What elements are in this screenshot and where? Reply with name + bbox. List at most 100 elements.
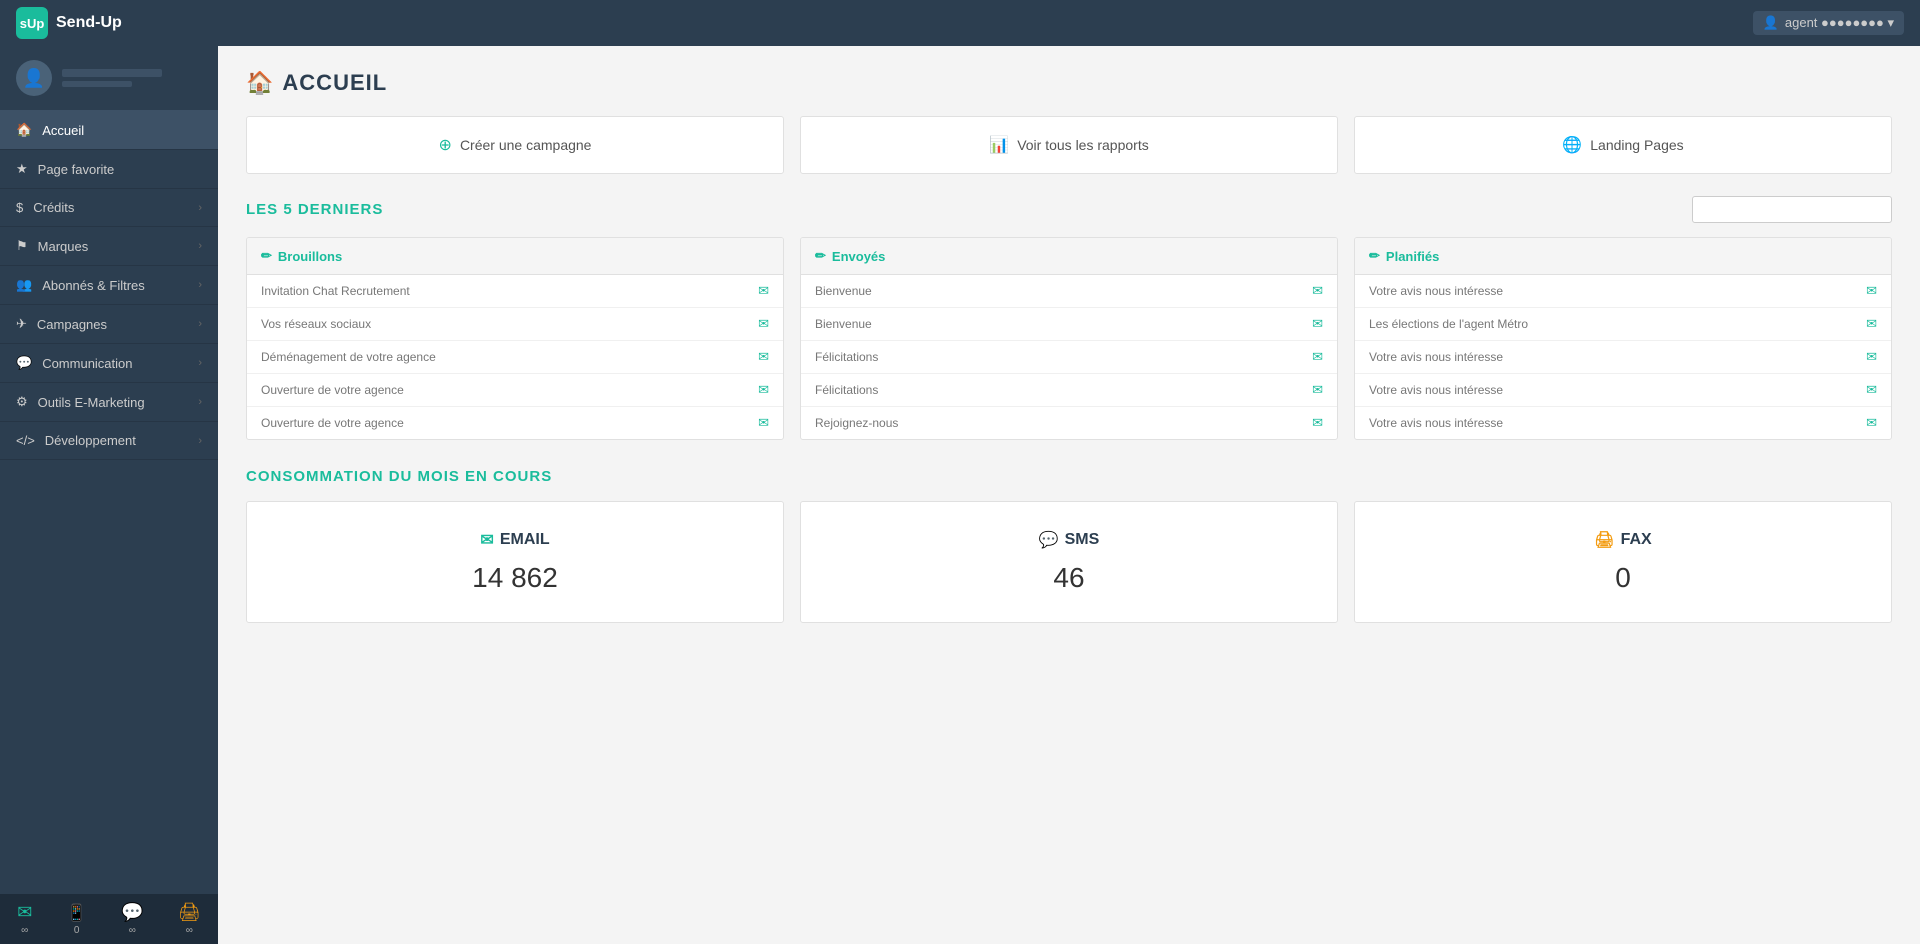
users-icon: 👥 [16,277,32,293]
globe-icon: 🌐 [1562,135,1582,155]
consommation-label-part2: DU MOIS EN COURS [389,468,553,485]
list-item[interactable]: Félicitations ✉ [801,341,1337,374]
brouillons-title: Brouillons [278,249,342,264]
email-status-value: ∞ [21,925,28,936]
stat-card-sms: 💬 SMS 46 [800,501,1338,623]
sidebar-item-label: Page favorite [38,162,115,177]
list-item[interactable]: Votre avis nous intéresse ✉ [1355,407,1891,439]
email-icon: ✉ [1312,382,1323,398]
campaign-name: Ouverture de votre agence [261,416,404,430]
fax-icon: 🖨 [1594,530,1614,550]
list-item[interactable]: Bienvenue ✉ [801,275,1337,308]
campaign-name: Votre avis nous intéresse [1369,383,1503,397]
stat-sms-value: 46 [821,562,1317,594]
planifies-header: ✏ Planifiés [1355,238,1891,275]
stats-grid: ✉ EMAIL 14 862 💬 SMS 46 🖨 FAX 0 [246,501,1892,623]
app-name: Send-Up [56,14,122,32]
user-icon: 👤 [1763,15,1779,31]
list-item[interactable]: Ouverture de votre agence ✉ [247,374,783,407]
sidebar-item-accueil[interactable]: 🏠 Accueil [0,111,218,150]
chart-icon: 📊 [989,135,1009,155]
user-label: agent ●●●●●●●● ▾ [1785,15,1894,31]
list-item[interactable]: Les élections de l'agent Métro ✉ [1355,308,1891,341]
email-icon: ✉ [1312,415,1323,431]
planifies-card: ✏ Planifiés Votre avis nous intéresse ✉ … [1354,237,1892,440]
fax-status-icon: 🖨 [178,902,201,923]
sidebar: 👤 🏠 Accueil ★ Page favorite [0,46,218,944]
stat-fax-label: FAX [1621,531,1652,549]
sidebar-item-outils-emarketing[interactable]: ⚙ Outils E-Marketing › [0,383,218,422]
sms-count-icon: 📱 [67,903,87,923]
campaign-name: Bienvenue [815,284,872,298]
fax-status-value: ∞ [186,925,193,936]
page-title: 🏠 ACCUEIL [246,70,1892,96]
sidebar-item-label: Communication [42,356,132,371]
sms-bubble-icon: 💬 [1039,530,1059,550]
avatar: 👤 [16,60,52,96]
sidebar-item-campagnes[interactable]: ✈ Campagnes › [0,305,218,344]
campaign-name: Invitation Chat Recrutement [261,284,410,298]
home-icon: 🏠 [16,122,32,138]
voir-rapports-button[interactable]: 📊 Voir tous les rapports [800,116,1338,174]
status-chat: 💬 ∞ [121,902,143,936]
chat-icon: 💬 [16,355,32,371]
email-icon: ✉ [1866,382,1877,398]
chevron-right-icon: › [198,240,202,252]
envoyes-header: ✏ Envoyés [801,238,1337,275]
campaigns-grid: ✏ Brouillons Invitation Chat Recrutement… [246,237,1892,440]
sidebar-item-label: Abonnés & Filtres [42,278,145,293]
sidebar-item-communication[interactable]: 💬 Communication › [0,344,218,383]
email-icon: ✉ [1312,316,1323,332]
list-item[interactable]: Votre avis nous intéresse ✉ [1355,341,1891,374]
stat-label-sms: 💬 SMS [821,530,1317,550]
filter-dropdown[interactable] [1692,196,1892,223]
sidebar-nav: 🏠 Accueil ★ Page favorite $ Crédits › [0,111,218,894]
brand: sUp Send-Up [16,7,122,39]
stat-card-email: ✉ EMAIL 14 862 [246,501,784,623]
sidebar-item-credits[interactable]: $ Crédits › [0,189,218,227]
sidebar-item-marques[interactable]: ⚑ Marques › [0,227,218,266]
list-item[interactable]: Bienvenue ✉ [801,308,1337,341]
email-icon: ✉ [758,382,769,398]
list-item[interactable]: Déménagement de votre agence ✉ [247,341,783,374]
sidebar-item-label: Outils E-Marketing [38,395,145,410]
campaign-name: Déménagement de votre agence [261,350,436,364]
main-content: 🏠 ACCUEIL ⊕ Créer une campagne 📊 Voir to… [218,46,1920,944]
sidebar-item-abonnes-filtres[interactable]: 👥 Abonnés & Filtres › [0,266,218,305]
code-icon: </> [16,433,35,448]
sidebar-item-developpement[interactable]: </> Développement › [0,422,218,460]
list-item[interactable]: Vos réseaux sociaux ✉ [247,308,783,341]
list-item[interactable]: Félicitations ✉ [801,374,1337,407]
email-icon: ✉ [758,349,769,365]
campaign-name: Votre avis nous intéresse [1369,416,1503,430]
chat-status-icon: 💬 [121,902,143,923]
sidebar-item-label: Développement [45,433,136,448]
action-row: ⊕ Créer une campagne 📊 Voir tous les rap… [246,116,1892,174]
email-icon: ✉ [1866,283,1877,299]
list-item[interactable]: Votre avis nous intéresse ✉ [1355,374,1891,407]
creer-campagne-button[interactable]: ⊕ Créer une campagne [246,116,784,174]
email-icon: ✉ [1866,415,1877,431]
dollar-icon: $ [16,200,23,215]
sidebar-username [62,69,162,77]
home-page-icon: 🏠 [246,70,274,96]
list-item[interactable]: Rejoignez-nous ✉ [801,407,1337,439]
user-menu[interactable]: 👤 agent ●●●●●●●● ▾ [1753,11,1904,35]
logo: sUp [16,7,48,39]
campaign-name: Félicitations [815,350,878,364]
campaign-name: Félicitations [815,383,878,397]
list-item[interactable]: Ouverture de votre agence ✉ [247,407,783,439]
list-item[interactable]: Invitation Chat Recrutement ✉ [247,275,783,308]
list-item[interactable]: Votre avis nous intéresse ✉ [1355,275,1891,308]
chevron-right-icon: › [198,396,202,408]
page-title-text: ACCUEIL [282,70,387,96]
brouillons-body: Invitation Chat Recrutement ✉ Vos réseau… [247,275,783,439]
landing-pages-button[interactable]: 🌐 Landing Pages [1354,116,1892,174]
sidebar-item-page-favorite[interactable]: ★ Page favorite [0,150,218,189]
status-fax: 🖨 ∞ [178,902,201,936]
envelope-icon: ✉ [480,530,493,550]
check-icon: ✏ [815,248,826,264]
flag-icon: ⚑ [16,238,28,254]
chevron-right-icon: › [198,279,202,291]
planifies-body: Votre avis nous intéresse ✉ Les élection… [1355,275,1891,439]
